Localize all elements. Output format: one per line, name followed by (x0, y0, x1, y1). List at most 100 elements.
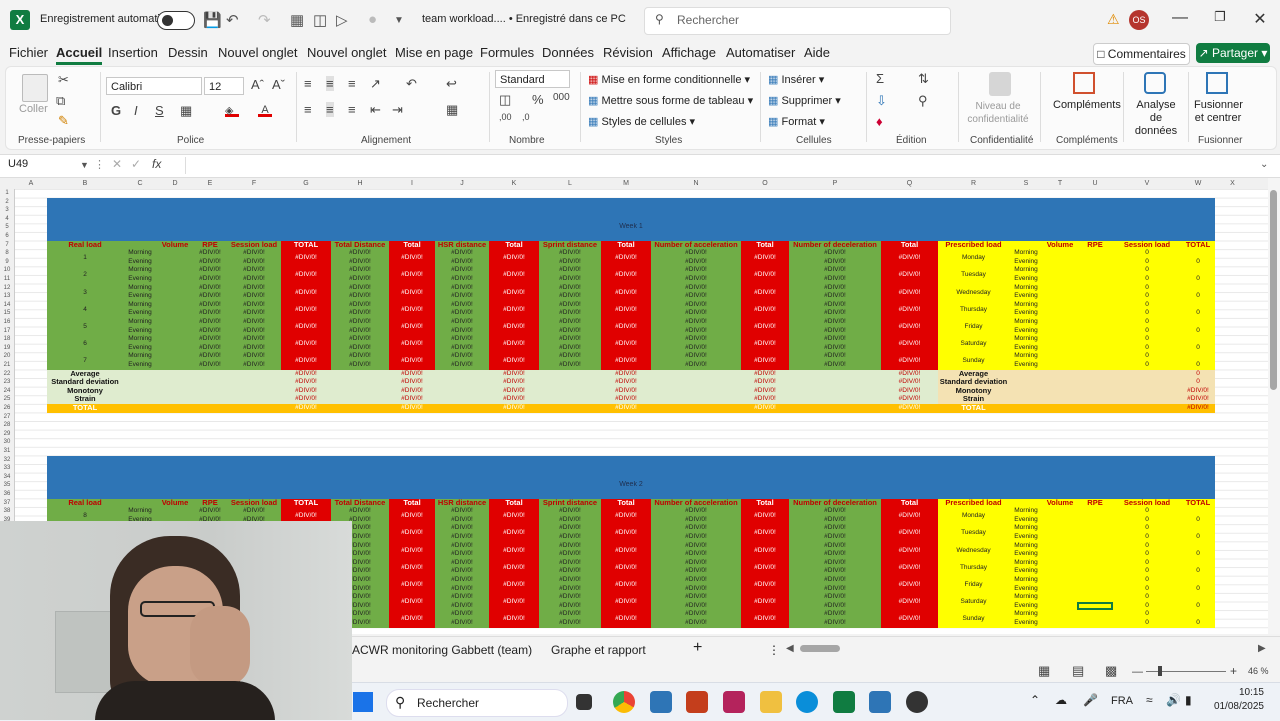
total-cell[interactable]: #DIV/0! (601, 576, 651, 594)
session-load-cell[interactable]: 0 (1113, 541, 1181, 551)
underline-icon[interactable]: S (155, 103, 164, 118)
share-file-icon[interactable]: ◫ (313, 11, 327, 29)
total-cell[interactable]: #DIV/0! (389, 541, 435, 559)
value-cell[interactable]: #DIV/0! (789, 541, 881, 551)
value-cell[interactable]: #DIV/0! (539, 550, 601, 559)
value-cell[interactable]: #DIV/0! (539, 257, 601, 267)
stat-cell[interactable] (539, 378, 601, 387)
zoom-out-icon[interactable]: — (1132, 666, 1143, 678)
value-cell[interactable]: #DIV/0! (331, 309, 389, 318)
volume-cell[interactable] (1043, 352, 1077, 361)
period-label[interactable]: Morning (1009, 318, 1043, 327)
value-cell[interactable]: #DIV/0! (539, 515, 601, 525)
volume-icon[interactable]: 🔊 (1166, 693, 1181, 707)
total-cell[interactable]: #DIV/0! (489, 352, 539, 370)
value-cell[interactable]: #DIV/0! (539, 619, 601, 628)
session-load-cell[interactable]: 0 (1113, 266, 1181, 275)
column-title[interactable]: Volume (157, 498, 193, 508)
value-cell[interactable]: #DIV/0! (193, 318, 227, 327)
volume-cell[interactable] (157, 335, 193, 344)
value-cell[interactable]: #DIV/0! (651, 524, 741, 533)
rtl-icon[interactable]: ↶ (406, 76, 417, 92)
column-header[interactable]: C (123, 178, 157, 189)
session-load-cell[interactable]: 0 (1113, 558, 1181, 568)
cancel-icon[interactable]: ✕ (112, 157, 122, 171)
total-cell[interactable]: #DIV/0! (489, 524, 539, 542)
column-title[interactable]: Total (601, 498, 651, 508)
tray-chevron-icon[interactable]: ⌃ (1030, 693, 1040, 707)
total-cell[interactable]: #DIV/0! (489, 335, 539, 353)
rpe-cell[interactable] (1077, 550, 1113, 559)
session-load-cell[interactable]: 0 (1113, 361, 1181, 370)
value-cell[interactable]: #DIV/0! (539, 266, 601, 275)
value-cell[interactable]: #DIV/0! (789, 601, 881, 611)
volume-cell[interactable] (157, 249, 193, 258)
accounting-icon[interactable]: ◫ (499, 92, 511, 108)
insert-function-icon[interactable]: fx (152, 157, 161, 171)
row-header[interactable]: 18 (0, 335, 14, 344)
stat-total[interactable]: #DIV/0! (489, 386, 539, 396)
column-title[interactable]: HSR distance (435, 240, 489, 250)
column-title[interactable] (123, 498, 157, 508)
value-cell[interactable]: #DIV/0! (435, 533, 489, 542)
stat-cell[interactable] (157, 378, 193, 387)
day-number[interactable]: 5 (47, 318, 123, 336)
stat-cell[interactable] (435, 386, 489, 396)
week-title[interactable]: Week 2 (47, 481, 1215, 490)
volume-cell[interactable] (157, 361, 193, 370)
row-header[interactable]: 10 (0, 266, 14, 275)
column-title[interactable]: Prescribed load (938, 498, 1009, 508)
total-zero[interactable]: 0 (1181, 601, 1215, 611)
stat-label[interactable]: TOTAL (938, 404, 1009, 413)
value-cell[interactable]: #DIV/0! (435, 343, 489, 353)
total-cell[interactable]: #DIV/0! (489, 610, 539, 628)
value-cell[interactable]: #DIV/0! (193, 309, 227, 318)
total-cell[interactable]: #DIV/0! (881, 576, 938, 594)
value-cell[interactable]: #DIV/0! (227, 309, 281, 318)
period-label[interactable]: Morning (1009, 593, 1043, 602)
value-cell[interactable]: #DIV/0! (331, 335, 389, 344)
column-header[interactable]: P (789, 178, 881, 189)
period-label[interactable]: Evening (1009, 567, 1043, 576)
hscroll-left-icon[interactable]: ◀ (786, 643, 794, 654)
value-cell[interactable]: #DIV/0! (331, 275, 389, 284)
value-cell[interactable]: #DIV/0! (193, 507, 227, 516)
value-cell[interactable]: #DIV/0! (651, 352, 741, 361)
total-zero[interactable]: 0 (1181, 292, 1215, 301)
stat-total[interactable]: #DIV/0! (601, 395, 651, 404)
stat-label[interactable]: Standard deviation (47, 378, 123, 387)
copy-icon[interactable]: ⧉ (56, 93, 65, 109)
value-cell[interactable]: #DIV/0! (435, 249, 489, 258)
stat-cell[interactable] (123, 404, 157, 413)
session-load-cell[interactable]: 0 (1113, 335, 1181, 344)
total-cell[interactable]: #DIV/0! (881, 266, 938, 284)
minimize-icon[interactable]: — (1165, 9, 1195, 27)
stat-total[interactable]: #DIV/0! (281, 386, 331, 396)
row-header[interactable]: 4 (0, 215, 14, 224)
value-cell[interactable]: #DIV/0! (435, 335, 489, 344)
period-label[interactable]: Morning (1009, 283, 1043, 293)
rpe-cell[interactable] (1077, 335, 1113, 344)
rpe-cell[interactable] (1077, 524, 1113, 533)
column-title[interactable]: Session load (1113, 240, 1181, 250)
find-icon[interactable]: ⚲ (918, 93, 928, 109)
add-sheet-icon[interactable]: + (693, 639, 702, 657)
rpe-cell[interactable] (1077, 266, 1113, 275)
column-title[interactable]: Number of deceleration (789, 498, 881, 508)
total-cell[interactable]: #DIV/0! (881, 507, 938, 525)
total-cell[interactable]: #DIV/0! (389, 335, 435, 353)
value-cell[interactable]: #DIV/0! (193, 326, 227, 336)
value-cell[interactable]: #DIV/0! (539, 343, 601, 353)
volume-cell[interactable] (157, 343, 193, 353)
value-cell[interactable]: #DIV/0! (435, 275, 489, 284)
period-label[interactable]: Evening (1009, 619, 1043, 628)
column-title[interactable]: Total Distance (331, 498, 389, 508)
value-cell[interactable]: #DIV/0! (651, 361, 741, 370)
total-cell[interactable]: #DIV/0! (489, 576, 539, 594)
total-zero[interactable]: 0 (1181, 343, 1215, 353)
column-title[interactable]: Real load (47, 498, 123, 508)
session-load-cell[interactable]: 0 (1113, 576, 1181, 585)
rpe-cell[interactable] (1077, 249, 1113, 258)
align-top-icon[interactable]: ≡ (304, 76, 312, 91)
row-header[interactable]: 27 (0, 413, 14, 422)
